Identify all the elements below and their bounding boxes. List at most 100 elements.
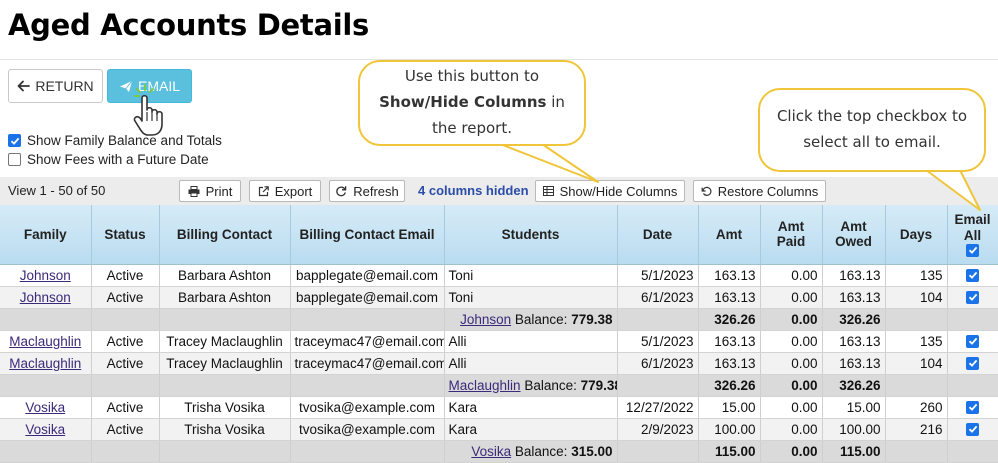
student-cell: Toni xyxy=(444,286,618,309)
family-link[interactable]: Maclaughlin xyxy=(449,378,521,393)
days-cell: 104 xyxy=(885,352,948,375)
balance-value: 779.38 xyxy=(580,377,616,393)
date-cell: 5/1/2023 xyxy=(617,264,699,287)
billing-contact-cell: Tracey Maclaughlin xyxy=(159,352,291,375)
family-balance-cell: Maclaughlin Balance: 779.38 xyxy=(444,374,618,397)
empty-cell xyxy=(159,374,291,397)
page-title: Aged Accounts Details xyxy=(8,8,370,42)
restore-icon xyxy=(701,186,712,196)
col-billing-contact[interactable]: Billing Contact xyxy=(159,205,291,265)
checkmark-icon xyxy=(968,403,977,411)
empty-cell xyxy=(290,308,445,331)
empty-cell xyxy=(947,374,998,397)
restore-columns-button[interactable]: Restore Columns xyxy=(693,180,826,202)
billing-email-cell: tvosika@example.com xyxy=(290,396,445,419)
family-link[interactable]: Vosika xyxy=(25,400,65,415)
col-amt[interactable]: Amt xyxy=(698,205,761,265)
table-row: Johnson Active Barbara Ashton bapplegate@em… xyxy=(0,286,998,309)
empty-cell xyxy=(947,308,998,331)
refresh-button-label: Refresh xyxy=(353,183,399,199)
family-link[interactable]: Johnson xyxy=(20,268,71,283)
option-show-family-balance[interactable]: Show Family Balance and Totals xyxy=(8,133,222,148)
family-cell: Vosika xyxy=(0,418,92,441)
empty-cell xyxy=(159,440,291,463)
billing-contact-cell: Trisha Vosika xyxy=(159,396,291,419)
amt-paid-cell: 0.00 xyxy=(760,330,823,353)
empty-cell xyxy=(0,374,92,397)
col-family[interactable]: Family xyxy=(0,205,92,265)
callout-line: Use this button to xyxy=(404,67,540,85)
col-billing-email[interactable]: Billing Contact Email xyxy=(290,205,445,265)
balance-value: 779.38 xyxy=(571,311,613,327)
family-cell: Johnson xyxy=(0,264,92,287)
hand-pointer-icon xyxy=(133,84,163,136)
amt-owed-cell: 100.00 xyxy=(822,418,886,441)
days-cell: 260 xyxy=(885,396,948,419)
empty-cell xyxy=(91,440,160,463)
option-show-future-fees[interactable]: Show Fees with a Future Date xyxy=(8,152,209,167)
email-all-checkbox[interactable] xyxy=(966,243,979,257)
email-row-checkbox[interactable] xyxy=(966,334,979,348)
billing-email-cell: bapplegate@email.com xyxy=(290,264,445,287)
balance-value: 315.00 xyxy=(571,443,613,459)
total-paid-cell: 0.00 xyxy=(760,308,823,331)
amt-owed-cell: 15.00 xyxy=(822,396,886,419)
student-cell: Kara xyxy=(444,396,618,419)
table-row: Vosika Active Trisha Vosika tvosika@example… xyxy=(0,396,998,419)
return-button[interactable]: RETURN xyxy=(8,69,103,103)
billing-contact-cell: Barbara Ashton xyxy=(159,264,291,287)
student-cell: Kara xyxy=(444,418,618,441)
col-students[interactable]: Students xyxy=(444,205,618,265)
balance-label: Balance: xyxy=(514,443,568,459)
col-status[interactable]: Status xyxy=(91,205,160,265)
amt-cell: 100.00 xyxy=(698,418,761,441)
checkmark-icon xyxy=(968,293,977,301)
email-row-checkbox[interactable] xyxy=(966,356,979,370)
checkmark-icon xyxy=(968,359,977,367)
show-family-balance-checkbox[interactable] xyxy=(8,134,21,147)
print-button[interactable]: Print xyxy=(179,180,241,202)
family-balance-cell: Johnson Balance: 779.38 xyxy=(444,308,618,331)
show-future-fees-checkbox[interactable] xyxy=(8,153,21,166)
days-cell: 104 xyxy=(885,286,948,309)
empty-cell xyxy=(947,440,998,463)
show-future-fees-label: Show Fees with a Future Date xyxy=(27,152,209,167)
refresh-button[interactable]: Refresh xyxy=(329,180,405,202)
family-link[interactable]: Vosika xyxy=(25,422,65,437)
checkmark-icon xyxy=(10,137,19,145)
billing-contact-cell: Trisha Vosika xyxy=(159,418,291,441)
col-amt-owed[interactable]: Amt Owed xyxy=(822,205,886,265)
family-link[interactable]: Vosika xyxy=(471,444,511,459)
date-cell: 12/27/2022 xyxy=(617,396,699,419)
total-amt-cell: 326.26 xyxy=(698,374,761,397)
aged-accounts-table: Family Status Billing Contact Billing Co… xyxy=(0,205,998,463)
col-amt-paid[interactable]: Amt Paid xyxy=(760,205,823,265)
total-paid-cell: 0.00 xyxy=(760,440,823,463)
email-row-checkbox[interactable] xyxy=(966,422,979,436)
status-cell: Active xyxy=(91,264,160,287)
arrow-left-icon xyxy=(17,80,31,92)
status-cell: Active xyxy=(91,396,160,419)
empty-cell xyxy=(91,374,160,397)
table-header-row: Family Status Billing Contact Billing Co… xyxy=(0,205,998,265)
status-cell: Active xyxy=(91,286,160,309)
empty-cell xyxy=(290,440,445,463)
empty-cell xyxy=(617,374,699,397)
student-cell: Alli xyxy=(444,352,618,375)
family-balance-cell: Vosika Balance: 315.00 xyxy=(444,440,618,463)
family-link[interactable]: Johnson xyxy=(20,290,71,305)
email-row-checkbox[interactable] xyxy=(966,400,979,414)
amt-paid-cell: 0.00 xyxy=(760,352,823,375)
email-row-checkbox[interactable] xyxy=(966,268,979,282)
email-select-cell xyxy=(947,396,998,419)
paper-plane-icon xyxy=(119,80,133,92)
amt-paid-cell: 0.00 xyxy=(760,286,823,309)
export-button[interactable]: Export xyxy=(249,180,321,202)
family-link[interactable]: Maclaughlin xyxy=(9,334,81,349)
family-link[interactable]: Johnson xyxy=(460,312,511,327)
email-row-checkbox[interactable] xyxy=(966,290,979,304)
family-cell: Johnson xyxy=(0,286,92,309)
col-date[interactable]: Date xyxy=(617,205,699,265)
family-link[interactable]: Maclaughlin xyxy=(9,356,81,371)
empty-cell xyxy=(0,308,92,331)
